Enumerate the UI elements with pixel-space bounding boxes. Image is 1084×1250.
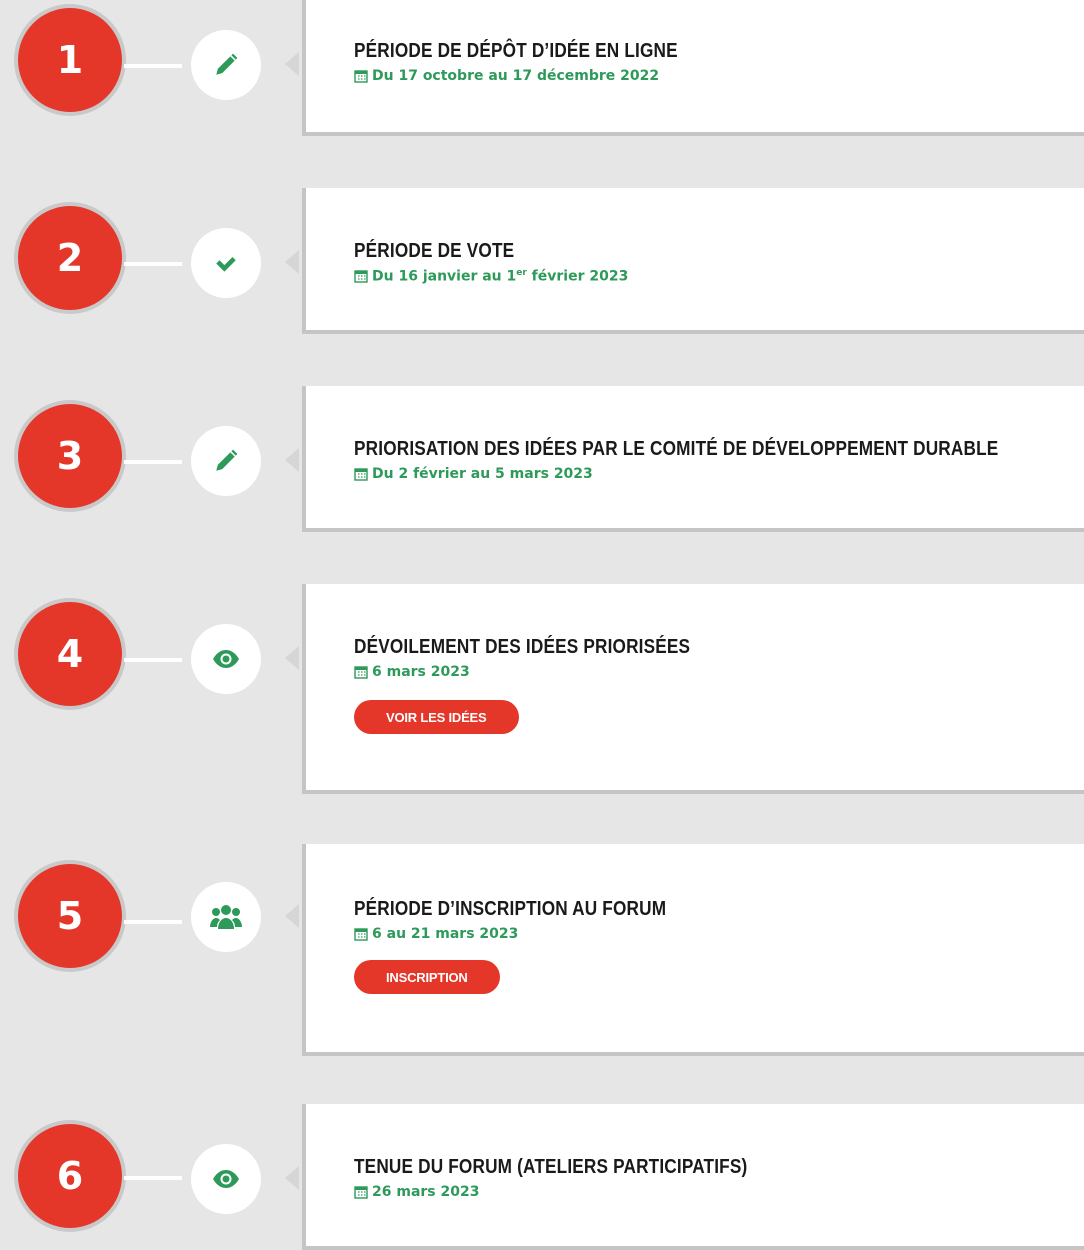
pencil-icon	[216, 449, 238, 471]
step-title: DÉVOILEMENT DES IDÉES PRIORISÉES	[354, 636, 691, 658]
card-pointer	[285, 904, 299, 928]
step-number-badge: 6	[18, 1124, 122, 1228]
eye-icon	[213, 650, 239, 668]
connector-line	[124, 460, 182, 464]
calendar-icon	[354, 666, 368, 679]
connector-line	[124, 920, 182, 924]
step-date: Du 17 octobre au 17 décembre 2022	[354, 68, 659, 84]
step-date-text: 6 mars 2023	[372, 664, 470, 680]
step-date-text: 6 au 21 mars 2023	[372, 926, 519, 942]
step-number-badge: 4	[18, 602, 122, 706]
step-icon-circle	[191, 228, 261, 298]
step-card: PRIORISATION DES IDÉES PAR LE COMITÉ DE …	[302, 386, 1084, 532]
step-title: PÉRIODE D’INSCRIPTION AU FORUM	[354, 898, 667, 920]
step-card: TENUE DU FORUM (ATELIERS PARTICIPATIFS) …	[302, 1104, 1084, 1250]
step-date-text: Du 16 janvier au 1er février 2023	[372, 268, 629, 285]
see-ideas-button[interactable]: VOIR LES IDÉES	[354, 700, 519, 734]
calendar-icon	[354, 270, 368, 284]
step-icon-circle	[191, 426, 261, 496]
step-number-badge: 2	[18, 206, 122, 310]
card-pointer	[285, 448, 299, 472]
pencil-icon	[216, 53, 238, 75]
step-card: DÉVOILEMENT DES IDÉES PRIORISÉES 6 mars …	[302, 584, 1084, 794]
step-title: TENUE DU FORUM (ATELIERS PARTICIPATIFS)	[354, 1156, 748, 1178]
step-date-text: Du 2 février au 5 mars 2023	[372, 466, 593, 482]
step-number-badge: 5	[18, 864, 122, 968]
calendar-icon	[354, 468, 368, 481]
step-card: PÉRIODE D’INSCRIPTION AU FORUM 6 au 21 m…	[302, 844, 1084, 1056]
step-date: 6 mars 2023	[354, 664, 470, 680]
connector-line	[124, 658, 182, 662]
step-title: PÉRIODE DE DÉPÔT D’IDÉE EN LIGNE	[354, 40, 678, 62]
step-icon-circle	[191, 882, 261, 952]
check-icon	[216, 257, 236, 272]
step-title: PÉRIODE DE VOTE	[354, 240, 515, 262]
calendar-icon	[354, 1186, 368, 1199]
step-date-text: 26 mars 2023	[372, 1184, 480, 1200]
card-pointer	[285, 250, 299, 274]
step-icon-circle	[191, 624, 261, 694]
step-date: 26 mars 2023	[354, 1184, 479, 1200]
step-card: PÉRIODE DE VOTE Du 16 janvier au 1er fév…	[302, 188, 1084, 334]
connector-line	[124, 262, 182, 266]
step-date: Du 16 janvier au 1er février 2023	[354, 268, 628, 285]
card-pointer	[285, 646, 299, 670]
step-card: PÉRIODE DE DÉPÔT D’IDÉE EN LIGNE Du 17 o…	[302, 0, 1084, 136]
step-number-badge: 1	[18, 8, 122, 112]
registration-button[interactable]: INSCRIPTION	[354, 960, 500, 994]
connector-line	[124, 1176, 182, 1180]
calendar-icon	[354, 70, 368, 83]
step-date: 6 au 21 mars 2023	[354, 926, 518, 942]
users-icon	[210, 905, 242, 929]
step-number-badge: 3	[18, 404, 122, 508]
step-date-text: Du 17 octobre au 17 décembre 2022	[372, 68, 660, 84]
card-pointer	[285, 1166, 299, 1190]
eye-icon	[213, 1170, 239, 1188]
step-icon-circle	[191, 1144, 261, 1214]
calendar-icon	[354, 928, 368, 941]
step-icon-circle	[191, 30, 261, 100]
step-date: Du 2 février au 5 mars 2023	[354, 466, 593, 482]
card-pointer	[285, 52, 299, 76]
step-title: PRIORISATION DES IDÉES PAR LE COMITÉ DE …	[354, 438, 999, 460]
connector-line	[124, 64, 182, 68]
